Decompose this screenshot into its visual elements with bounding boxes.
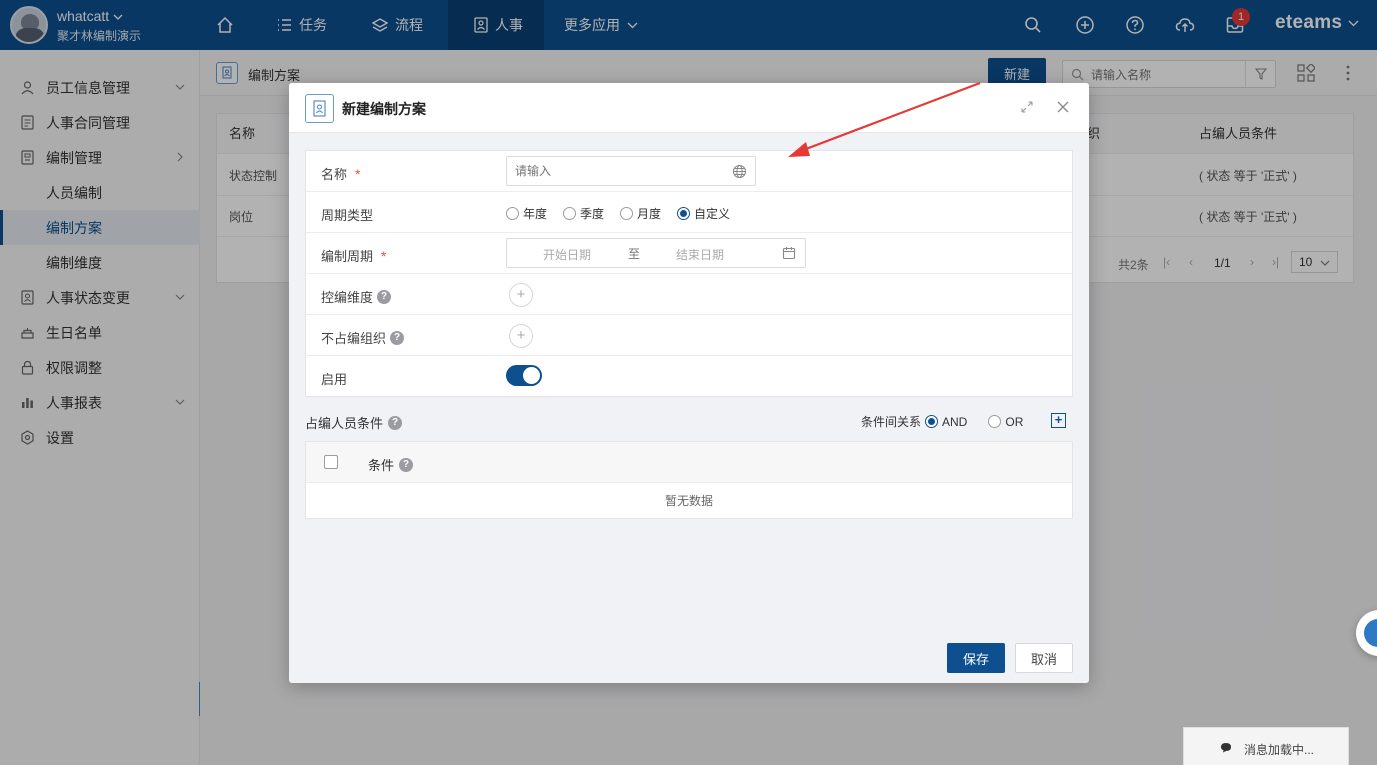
dimension-label: 控编维度? <box>321 287 392 306</box>
save-button[interactable]: 保存 <box>947 643 1005 673</box>
conditions-bar: 占编人员条件? 条件间关系 AND OR + <box>305 411 1073 431</box>
help-icon[interactable]: ? <box>377 289 392 304</box>
start-date-input[interactable]: 开始日期 <box>543 246 591 263</box>
period-type-label: 周期类型 <box>321 208 374 223</box>
required-mark: * <box>381 247 387 264</box>
calendar-icon <box>782 247 796 260</box>
name-field <box>506 156 756 186</box>
radio-and[interactable]: AND <box>925 415 967 429</box>
date-range-picker[interactable]: 开始日期 至 结束日期 <box>506 238 806 268</box>
period-type-radio-group: 年度 季度 月度 自定义 <box>506 205 746 222</box>
globe-icon[interactable] <box>732 164 747 179</box>
form-row-enable: 启用 <box>306 356 1072 397</box>
form-row-period-type: 周期类型 年度 季度 月度 自定义 <box>306 192 1072 233</box>
name-label: 名称 * <box>321 165 361 183</box>
form-row-dimension: 控编维度? + <box>306 274 1072 315</box>
enable-label: 启用 <box>321 372 348 387</box>
radio-quarterly[interactable]: 季度 <box>563 205 604 222</box>
range-separator: 至 <box>628 247 641 261</box>
help-icon[interactable]: ? <box>390 330 405 345</box>
conditions-table-header: 条件? <box>306 442 1072 483</box>
cancel-button[interactable]: 取消 <box>1015 643 1073 673</box>
plan-icon <box>305 94 334 123</box>
relation-label: 条件间关系 <box>861 415 922 429</box>
radio-custom[interactable]: 自定义 <box>677 205 730 222</box>
conditions-title: 占编人员条件? <box>305 413 403 432</box>
condition-relation: 条件间关系 AND OR <box>861 413 1023 430</box>
add-condition-button[interactable]: + <box>1051 413 1066 428</box>
help-icon[interactable]: ? <box>399 457 414 472</box>
required-mark: * <box>355 165 361 182</box>
period-label: 编制周期 * <box>321 247 387 265</box>
new-plan-dialog: 新建编制方案 名称* 周期类型 年度 季度 月度 自定义 编制周期* 开始日期 <box>289 83 1089 683</box>
radio-yearly[interactable]: 年度 <box>506 205 547 222</box>
exclude-org-label: 不占编组织? <box>321 328 405 347</box>
select-all-checkbox[interactable] <box>324 455 338 469</box>
message-loading-panel[interactable]: 消息加载中... <box>1183 727 1349 765</box>
close-icon[interactable] <box>1056 100 1070 114</box>
form-row-period: 编制周期 * 开始日期 至 结束日期 <box>306 233 1072 274</box>
name-input[interactable] <box>515 162 715 180</box>
expand-icon[interactable] <box>1020 100 1034 114</box>
plan-form: 名称* 周期类型 年度 季度 月度 自定义 编制周期* 开始日期 至 结束日期 <box>305 150 1073 397</box>
form-row-exclude-org: 不占编组织? + <box>306 315 1072 356</box>
conditions-table: 条件? 暂无数据 <box>305 441 1073 519</box>
condition-column-header: 条件? <box>368 455 414 474</box>
end-date-input[interactable]: 结束日期 <box>676 246 724 263</box>
radio-monthly[interactable]: 月度 <box>620 205 661 222</box>
annotation-arrow <box>788 81 981 157</box>
help-icon[interactable]: ? <box>388 415 403 430</box>
add-exclude-org-button[interactable]: + <box>509 324 533 348</box>
empty-state: 暂无数据 <box>664 494 713 508</box>
chat-bubble-icon <box>1221 743 1231 753</box>
radio-or[interactable]: OR <box>988 415 1023 429</box>
dialog-title: 新建编制方案 <box>342 101 426 117</box>
bug-icon <box>1364 619 1377 647</box>
add-dimension-button[interactable]: + <box>509 283 533 307</box>
enable-toggle[interactable] <box>506 365 542 386</box>
